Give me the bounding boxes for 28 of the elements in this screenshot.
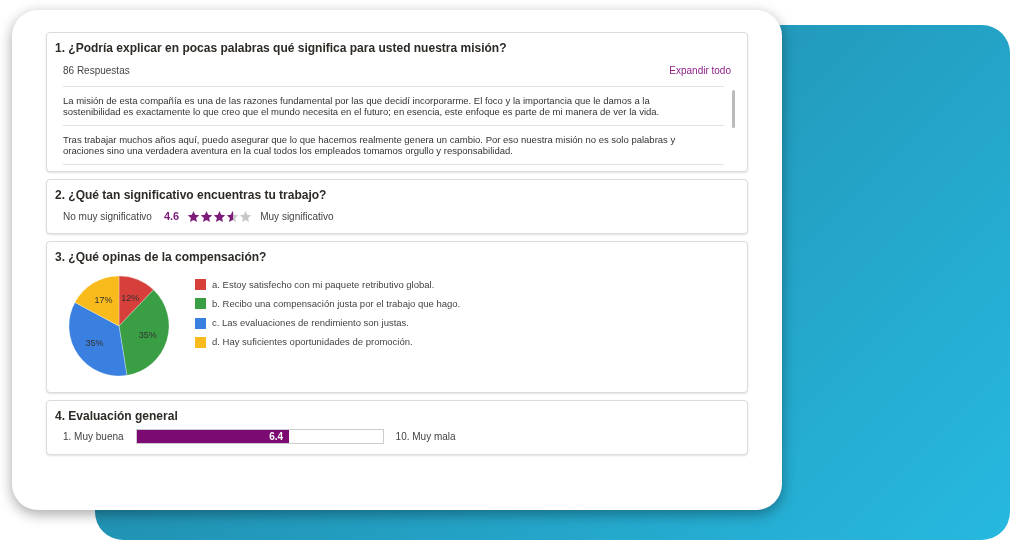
star-icon [187, 209, 201, 223]
question-title: 4. Evaluación general [55, 407, 179, 425]
slice-label: 17% [94, 294, 113, 305]
scale-high-label: Muy significativo [260, 209, 334, 224]
question-title: 2. ¿Qué tan significativo encuentras tu trabajo? [55, 187, 328, 204]
slice-label: 35% [85, 337, 104, 348]
scale-high-label: 10. Muy mala [395, 429, 456, 444]
progress-value: 6.4 [269, 429, 284, 444]
slice-label: 12% [121, 292, 140, 303]
legend-label: c. Las evaluaciones de rendimiento son justas. [212, 316, 409, 330]
scale-low-label: No muy significativo [63, 209, 152, 224]
answer-text: Tras trabajar muchos años aquí, puedo asegurar que lo que hacemos realmente genera un cambio. Por eso nuestra misión no es solo palabras y oraciones sino una verdadera aventura en la cual todos los empleados tomamos orgullo y responsabilidad. [63, 134, 677, 156]
legend-label: b. Recibo una compensación justa por el trabajo que hago. [212, 296, 461, 311]
slice-label: 35% [138, 329, 157, 340]
star-icon [200, 209, 214, 223]
legend-label: d. Hay suficientes oportunidades de promoción. [212, 335, 413, 350]
star-icon [226, 209, 240, 223]
response-count: 86 Respuestas [63, 64, 130, 78]
legend-label: a. Estoy satisfecho con mi paquete retributivo global. [212, 277, 435, 292]
scale-low-label: 1. Muy buena [63, 429, 124, 444]
question-title: 3. ¿Qué opinas de la compensación? [55, 248, 268, 266]
answer-text: La misión de esta compañía es una de las razones fundamental por las que decidí incorporarme. El foco y la importancia que le damos a la sostenibilidad es exactamente lo que creo que el mundo necesita en el futuro; en esencia, este enfoque es parte de mi manera de ver la vida. [63, 95, 661, 117]
rating-score: 4.6 [163, 209, 180, 224]
star-icon [213, 209, 227, 223]
expand-all-link[interactable]: Expandir todo [669, 63, 731, 78]
scrollbar[interactable] [732, 90, 735, 128]
question-title: 1. ¿Podría explicar en pocas palabras qué significa para usted nuestra misión? [55, 40, 508, 57]
star-icon [239, 209, 253, 223]
